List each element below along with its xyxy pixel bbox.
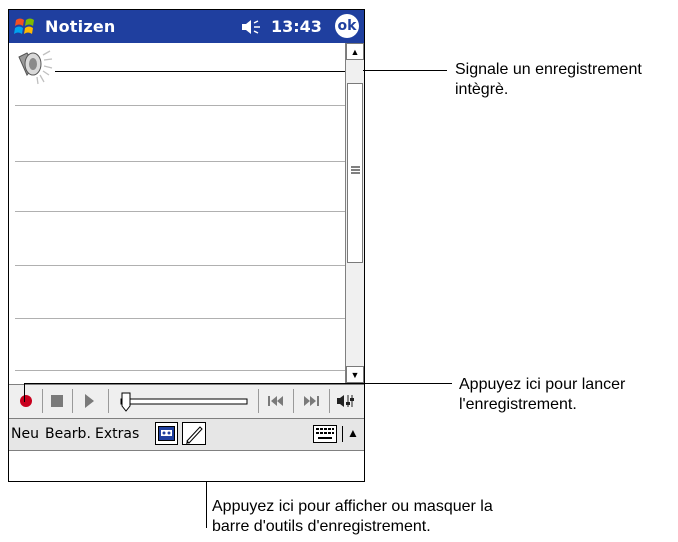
grip-icon [351, 166, 360, 174]
callout-line-text: Appuyez ici pour afficher ou masquer la [212, 498, 493, 515]
toolbar-divider [293, 389, 294, 413]
ruled-line [15, 211, 345, 212]
ruled-line [15, 105, 345, 106]
callout-embedded-recording: Signale un enregistrement intègrè. [455, 60, 642, 100]
callout-line-text: Signale un enregistrement [455, 61, 642, 78]
callout-line-toggle [206, 482, 207, 528]
ruled-line [15, 318, 345, 319]
ruled-line [15, 370, 345, 371]
callout-line-text: l'enregistrement. [459, 396, 577, 413]
callout-line-record-vertical [24, 383, 25, 402]
pen-icon [186, 426, 203, 444]
skip-back-icon [268, 396, 283, 406]
vertical-scrollbar[interactable]: ▲ ▼ [345, 43, 364, 383]
speaker-recording-icon[interactable] [13, 47, 53, 85]
scroll-up-button[interactable]: ▲ [346, 43, 364, 60]
menu-extras[interactable]: Extras [95, 426, 139, 442]
clock[interactable]: 13:43 [271, 17, 322, 36]
app-title: Notizen [45, 17, 116, 36]
ruled-line [15, 265, 345, 266]
callout-line-recording [363, 70, 447, 71]
record-icon [20, 395, 32, 407]
volume-icon [337, 395, 354, 407]
volume-button[interactable] [331, 388, 361, 414]
record-button[interactable] [11, 388, 41, 414]
toolbar-divider [329, 389, 330, 413]
keyboard-icon[interactable] [313, 425, 337, 443]
ok-button[interactable]: ok [335, 14, 359, 38]
menu-neu[interactable]: Neu [11, 426, 39, 442]
recording-callout-marker [55, 71, 345, 72]
note-area[interactable] [9, 43, 345, 383]
title-bar: Notizen 13:43 ok [9, 10, 364, 43]
pen-button[interactable] [182, 422, 206, 445]
play-button[interactable] [73, 388, 105, 414]
toolbar-divider [258, 389, 259, 413]
menu-bar: Neu Bearb. Extras ▲ [9, 419, 364, 451]
play-icon [85, 394, 94, 408]
toolbar-divider [108, 389, 109, 413]
scroll-down-button[interactable]: ▼ [346, 366, 364, 383]
callout-line-record [24, 383, 452, 384]
ruled-line [15, 161, 345, 162]
scroll-thumb[interactable] [347, 83, 363, 263]
callout-start-recording: Appuyez ici pour lancer l'enregistrement… [459, 375, 625, 415]
callout-toggle-toolbar: Appuyez ici pour afficher ou masquer la … [212, 497, 493, 537]
recording-toolbar [9, 384, 364, 419]
skip-back-button[interactable] [261, 388, 291, 414]
callout-line-text: Appuyez ici pour lancer [459, 376, 626, 393]
menu-bearb[interactable]: Bearb. [45, 426, 91, 442]
speaker-icon[interactable] [241, 18, 263, 36]
pocket-pc-screen: Notizen 13:43 ok ▲ ▼ Neu Bearb. Extras ▲ [8, 9, 365, 482]
skip-forward-button[interactable] [295, 388, 327, 414]
recording-toolbar-toggle-button[interactable] [155, 422, 178, 445]
stop-icon [51, 395, 63, 407]
callout-line-text: barre d'outils d'enregistrement. [212, 518, 431, 535]
callout-line-text: intègrè. [455, 81, 509, 98]
cassette-icon [158, 426, 175, 441]
windows-flag-icon[interactable] [13, 16, 39, 38]
input-panel-arrow-icon[interactable]: ▲ [342, 426, 359, 442]
position-slider[interactable] [113, 392, 253, 412]
stop-button[interactable] [43, 388, 71, 414]
skip-forward-icon [304, 396, 319, 406]
